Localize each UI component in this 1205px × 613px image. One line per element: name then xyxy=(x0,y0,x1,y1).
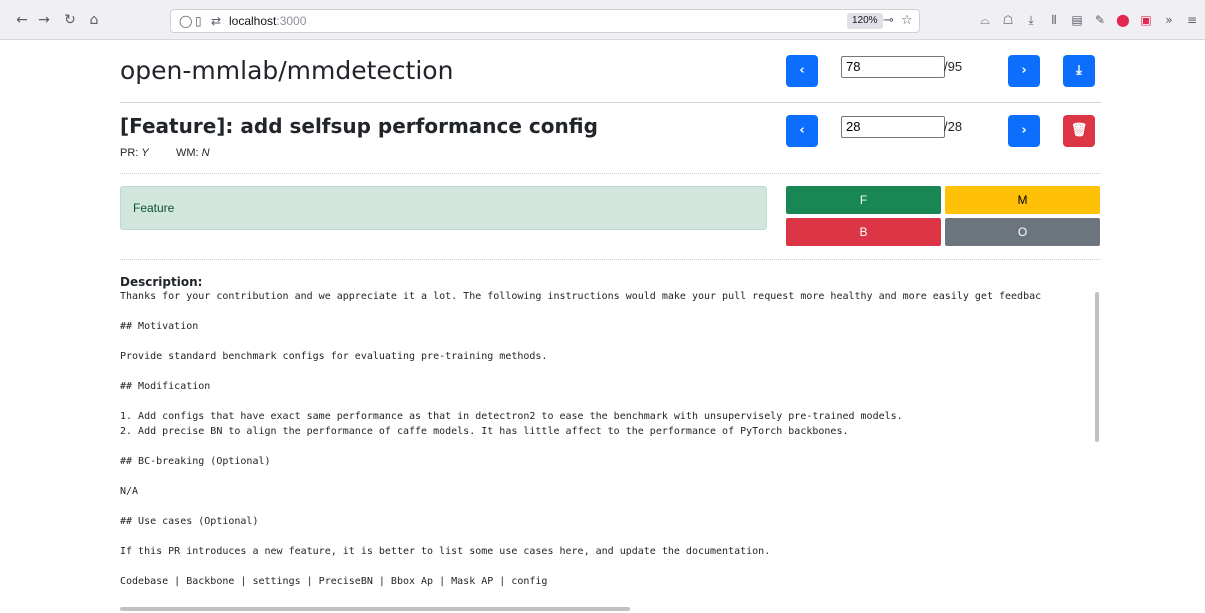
account-icon[interactable]: ⌓ xyxy=(977,12,993,28)
bookmark-star-icon[interactable]: ☆ xyxy=(901,13,913,29)
repo-title: open-mmlab/mmdetection xyxy=(120,56,454,85)
reload-icon[interactable]: ↻ xyxy=(62,12,78,28)
back-icon[interactable]: ← xyxy=(14,12,30,28)
hamburger-menu-icon[interactable]: ≡ xyxy=(1184,12,1200,28)
category-o-button[interactable]: O xyxy=(945,218,1100,246)
repo-index-input[interactable]: 78 xyxy=(841,56,945,78)
forward-icon[interactable]: → xyxy=(36,12,52,28)
pr-index-input[interactable]: 28 xyxy=(841,116,945,138)
permissions-icon[interactable]: ⇄ xyxy=(211,14,221,28)
pr-next-button[interactable]: › xyxy=(1008,115,1040,147)
pr-title: [Feature]: add selfsup performance confi… xyxy=(120,114,598,138)
divider xyxy=(120,102,1101,103)
url-bar[interactable]: ◯ ▯ ⇄ localhost:3000 120% ⊸ ☆ xyxy=(170,9,920,33)
home-icon[interactable]: ⌂ xyxy=(86,12,102,28)
sidebar-icon[interactable]: ▤ xyxy=(1069,12,1085,28)
key-icon[interactable]: ⊸ xyxy=(883,13,894,29)
url-port: :3000 xyxy=(276,14,307,28)
dotted-divider xyxy=(120,173,1101,174)
pocket-icon[interactable]: ☖ xyxy=(1000,12,1016,28)
current-label: Feature xyxy=(120,186,767,230)
download-button[interactable]: ⤓ xyxy=(1063,55,1095,87)
pr-prev-button[interactable]: ‹ xyxy=(786,115,818,147)
category-m-button[interactable]: M xyxy=(945,186,1100,214)
horizontal-scrollbar[interactable] xyxy=(120,607,630,611)
extension-red-icon[interactable]: ▣ xyxy=(1138,12,1154,28)
description-label: Description: xyxy=(120,275,203,289)
category-f-button[interactable]: F xyxy=(786,186,941,214)
browser-toolbar: ← → ↻ ⌂ ◯ ▯ ⇄ localhost:3000 120% ⊸ ☆ ⌓ … xyxy=(0,0,1205,40)
download-icon[interactable]: ⤓ xyxy=(1023,12,1039,28)
dotted-divider xyxy=(120,259,1101,260)
repo-next-button[interactable]: › xyxy=(1008,55,1040,87)
overflow-menu-icon[interactable]: » xyxy=(1161,12,1177,28)
url-host: localhost xyxy=(229,14,277,28)
description-text: Thanks for your contribution and we appr… xyxy=(120,291,1042,587)
wm-flag-value: N xyxy=(201,147,210,159)
pr-flag-label: PR: xyxy=(120,147,139,159)
repo-total: /95 xyxy=(944,59,963,74)
pr-flag-value: Y xyxy=(141,147,149,159)
pr-meta: PR: Y xyxy=(120,147,149,159)
wm-flag-label: WM: xyxy=(176,147,199,159)
pr-total: /28 xyxy=(944,119,963,134)
zoom-level[interactable]: 120% xyxy=(847,13,883,29)
description-panel[interactable]: Thanks for your contribution and we appr… xyxy=(120,289,1100,607)
shield-icon[interactable]: ◯ xyxy=(179,14,192,28)
wm-meta: WM: N xyxy=(176,147,210,159)
library-icon[interactable]: ⫴ xyxy=(1046,12,1062,28)
repo-prev-button[interactable]: ‹ xyxy=(786,55,818,87)
page-icon[interactable]: ▯ xyxy=(195,14,202,28)
vertical-scrollbar[interactable] xyxy=(1095,292,1099,442)
delete-button[interactable]: 🗑 xyxy=(1063,115,1095,147)
category-b-button[interactable]: B xyxy=(786,218,941,246)
extension-icon[interactable]: ✎ xyxy=(1092,12,1108,28)
url-text[interactable]: localhost:3000 xyxy=(229,14,306,28)
adblock-icon[interactable]: ⬤ xyxy=(1115,12,1131,28)
